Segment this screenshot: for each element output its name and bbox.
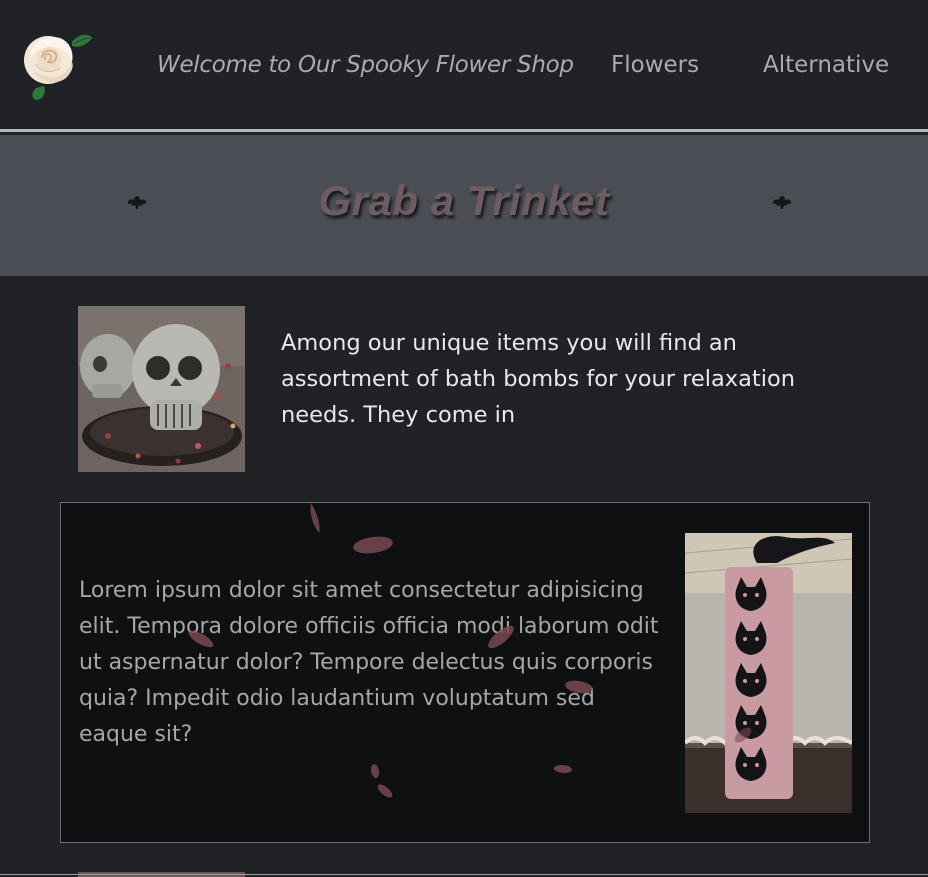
welcome-link[interactable]: Welcome to Our Spooky Flower Shop bbox=[157, 52, 574, 78]
white-rose-icon[interactable] bbox=[16, 28, 94, 102]
page: Welcome to Our Spooky Flower Shop Flower… bbox=[0, 0, 928, 877]
banner: Grab a Trinket bbox=[0, 135, 928, 276]
feature-text: Lorem ipsum dolor sit amet consectetur a… bbox=[79, 578, 659, 747]
petal bbox=[377, 784, 393, 798]
petal bbox=[370, 764, 380, 778]
skull-bath-bombs-image bbox=[78, 306, 245, 472]
petal bbox=[310, 503, 320, 533]
divider bbox=[0, 874, 928, 875]
cat-bookmark-image bbox=[685, 533, 852, 813]
petal bbox=[353, 536, 393, 554]
feature-card: Lorem ipsum dolor sit amet consectetur a… bbox=[60, 502, 870, 843]
bat-icon bbox=[772, 196, 792, 209]
nav-flowers[interactable]: Flowers bbox=[611, 52, 699, 78]
site-header: Welcome to Our Spooky Flower Shop Flower… bbox=[0, 0, 928, 132]
nav-alternative[interactable]: Alternative bbox=[763, 52, 889, 78]
item-description: Among our unique items you will find an … bbox=[281, 330, 796, 428]
petal bbox=[554, 764, 572, 774]
